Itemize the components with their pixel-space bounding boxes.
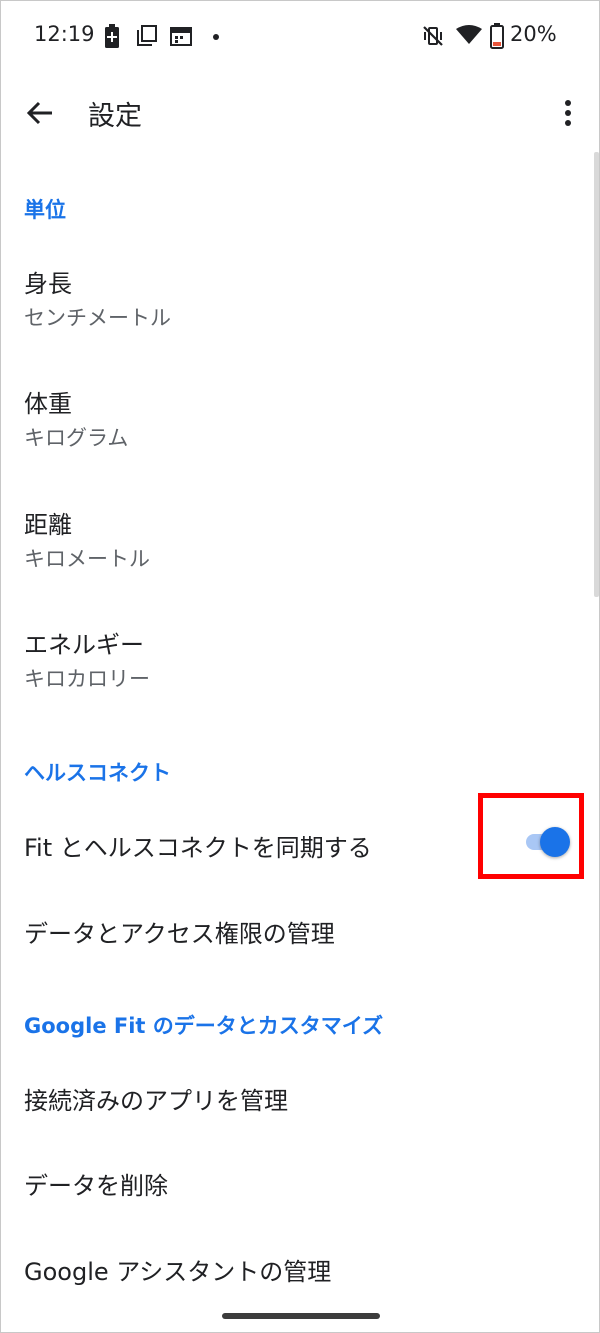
- copy-icon: [137, 25, 157, 46]
- clock: 12:19: [34, 22, 95, 46]
- page-title: 設定: [88, 101, 142, 132]
- manage-data-permissions[interactable]: データとアクセス権限の管理: [24, 914, 335, 949]
- battery-percent: 20%: [510, 22, 557, 46]
- scroll-indicator[interactable]: [594, 152, 599, 597]
- app-bar: 設定: [0, 72, 600, 152]
- gesture-nav-bar[interactable]: [222, 1313, 380, 1319]
- vibrate-off-icon: [423, 26, 443, 46]
- setting-value: キロメートル: [24, 547, 150, 571]
- section-header-units: 単位: [24, 198, 66, 222]
- calendar-icon: [170, 27, 192, 46]
- sync-health-connect-label[interactable]: Fit とヘルスコネクトを同期する: [24, 828, 372, 863]
- setting-value: センチメートル: [24, 306, 171, 330]
- status-bar: 12:19 20%: [0, 0, 600, 72]
- battery-low-icon: [490, 23, 504, 49]
- more-options-icon[interactable]: [556, 98, 580, 128]
- manage-connected-apps[interactable]: 接続済みのアプリを管理: [24, 1081, 288, 1116]
- setting-title: 距離: [24, 511, 72, 539]
- setting-title: エネルギー: [24, 631, 144, 659]
- dot-icon: [213, 34, 219, 40]
- back-arrow-icon[interactable]: [24, 96, 58, 130]
- manage-google-assistant[interactable]: Google アシスタントの管理: [24, 1252, 331, 1287]
- highlight-box: [478, 793, 584, 879]
- wifi-icon: [456, 25, 482, 44]
- section-header-health-connect: ヘルスコネクト: [24, 761, 171, 785]
- section-header-google-fit: Google Fit のデータとカスタマイズ: [24, 1014, 384, 1038]
- delete-data[interactable]: データを削除: [24, 1166, 168, 1201]
- setting-value: キロカロリー: [24, 667, 150, 691]
- setting-title: 体重: [24, 390, 72, 418]
- setting-value: キログラム: [24, 426, 129, 450]
- battery-saver-icon: [105, 24, 119, 48]
- setting-title: 身長: [24, 270, 72, 298]
